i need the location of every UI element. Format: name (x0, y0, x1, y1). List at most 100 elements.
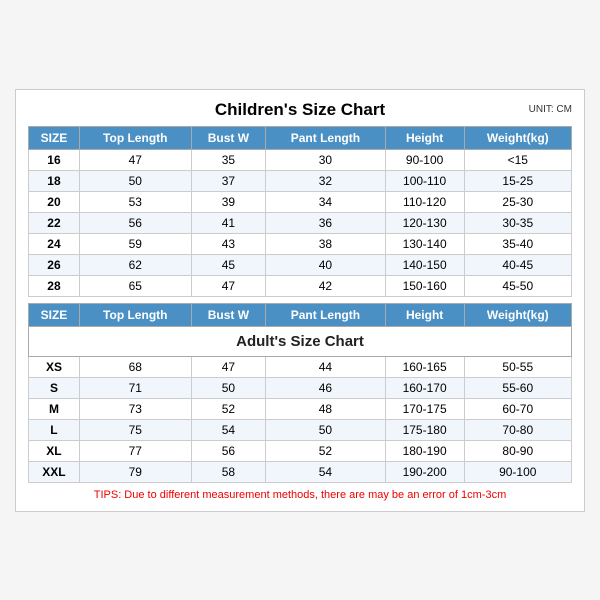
table-cell: 71 (79, 377, 191, 398)
table-cell: 170-175 (385, 398, 464, 419)
table-cell: 47 (79, 149, 191, 170)
table-cell: 56 (79, 212, 191, 233)
table-cell: 53 (79, 191, 191, 212)
table-cell: 30 (266, 149, 386, 170)
table-cell: <15 (464, 149, 571, 170)
table-cell: 45-50 (464, 275, 571, 296)
table-cell: 80-90 (464, 440, 571, 461)
table-cell: XL (29, 440, 80, 461)
children-size-table: SIZE Top Length Bust W Pant Length Heigh… (28, 126, 572, 297)
table-cell: 62 (79, 254, 191, 275)
table-cell: 34 (266, 191, 386, 212)
table-cell: 16 (29, 149, 80, 170)
table-cell: M (29, 398, 80, 419)
table-cell: 160-170 (385, 377, 464, 398)
children-col-height: Height (385, 126, 464, 149)
table-row: XS684744160-16550-55 (29, 356, 572, 377)
children-col-weight: Weight(kg) (464, 126, 571, 149)
table-cell: 120-130 (385, 212, 464, 233)
table-cell: 43 (191, 233, 266, 254)
table-row: 1647353090-100<15 (29, 149, 572, 170)
table-cell: XS (29, 356, 80, 377)
table-cell: XXL (29, 461, 80, 482)
table-cell: 90-100 (464, 461, 571, 482)
table-cell: 70-80 (464, 419, 571, 440)
table-row: 24594338130-14035-40 (29, 233, 572, 254)
table-row: M735248170-17560-70 (29, 398, 572, 419)
tips-row: TIPS: Due to different measurement metho… (28, 489, 572, 501)
table-cell: 22 (29, 212, 80, 233)
table-cell: 54 (191, 419, 266, 440)
table-cell: 30-35 (464, 212, 571, 233)
table-cell: 59 (79, 233, 191, 254)
adult-col-weight: Weight(kg) (464, 303, 571, 326)
table-cell: 50 (79, 170, 191, 191)
table-cell: 140-150 (385, 254, 464, 275)
table-cell: 160-165 (385, 356, 464, 377)
table-row: 26624540140-15040-45 (29, 254, 572, 275)
table-cell: 26 (29, 254, 80, 275)
table-cell: 32 (266, 170, 386, 191)
table-cell: 40 (266, 254, 386, 275)
table-cell: 56 (191, 440, 266, 461)
table-cell: 68 (79, 356, 191, 377)
table-cell: 60-70 (464, 398, 571, 419)
table-cell: 42 (266, 275, 386, 296)
table-cell: 55-60 (464, 377, 571, 398)
table-cell: 100-110 (385, 170, 464, 191)
table-cell: 18 (29, 170, 80, 191)
table-cell: S (29, 377, 80, 398)
table-cell: 54 (266, 461, 386, 482)
adult-col-top-length: Top Length (79, 303, 191, 326)
children-col-bust-w: Bust W (191, 126, 266, 149)
table-cell: 130-140 (385, 233, 464, 254)
table-cell: 175-180 (385, 419, 464, 440)
table-cell: 180-190 (385, 440, 464, 461)
unit-label: UNIT: CM (529, 104, 572, 115)
table-row: 28654742150-16045-50 (29, 275, 572, 296)
children-col-top-length: Top Length (79, 126, 191, 149)
table-cell: 46 (266, 377, 386, 398)
table-cell: 47 (191, 275, 266, 296)
table-row: S715046160-17055-60 (29, 377, 572, 398)
table-cell: 150-160 (385, 275, 464, 296)
table-cell: 50 (191, 377, 266, 398)
adult-col-bust-w: Bust W (191, 303, 266, 326)
children-col-size: SIZE (29, 126, 80, 149)
table-cell: 90-100 (385, 149, 464, 170)
adult-col-size: SIZE (29, 303, 80, 326)
table-cell: 28 (29, 275, 80, 296)
table-cell: 50 (266, 419, 386, 440)
table-cell: 35 (191, 149, 266, 170)
table-cell: 36 (266, 212, 386, 233)
table-cell: 58 (191, 461, 266, 482)
table-cell: 35-40 (464, 233, 571, 254)
chart-container: Children's Size Chart UNIT: CM SIZE Top … (15, 89, 585, 512)
children-col-pant-length: Pant Length (266, 126, 386, 149)
table-cell: 50-55 (464, 356, 571, 377)
table-cell: 20 (29, 191, 80, 212)
adult-col-pant-length: Pant Length (266, 303, 386, 326)
table-cell: 52 (191, 398, 266, 419)
table-cell: 45 (191, 254, 266, 275)
table-cell: 52 (266, 440, 386, 461)
table-cell: 15-25 (464, 170, 571, 191)
table-row: 18503732100-11015-25 (29, 170, 572, 191)
table-cell: 110-120 (385, 191, 464, 212)
table-cell: 77 (79, 440, 191, 461)
adult-header-row: SIZE Top Length Bust W Pant Length Heigh… (29, 303, 572, 326)
table-cell: 24 (29, 233, 80, 254)
table-cell: 79 (79, 461, 191, 482)
children-header-row: SIZE Top Length Bust W Pant Length Heigh… (29, 126, 572, 149)
table-cell: 48 (266, 398, 386, 419)
table-row: XL775652180-19080-90 (29, 440, 572, 461)
tips-text: TIPS: Due to different measurement metho… (94, 489, 506, 501)
main-title: Children's Size Chart (215, 100, 385, 120)
adult-section-title: Adult's Size Chart (29, 326, 572, 356)
adult-size-table: Adult's Size Chart SIZE Top Length Bust … (28, 303, 572, 483)
adult-section-title-row: Adult's Size Chart (29, 326, 572, 356)
table-cell: 65 (79, 275, 191, 296)
table-cell: L (29, 419, 80, 440)
table-row: 22564136120-13030-35 (29, 212, 572, 233)
title-row: Children's Size Chart UNIT: CM (28, 100, 572, 120)
